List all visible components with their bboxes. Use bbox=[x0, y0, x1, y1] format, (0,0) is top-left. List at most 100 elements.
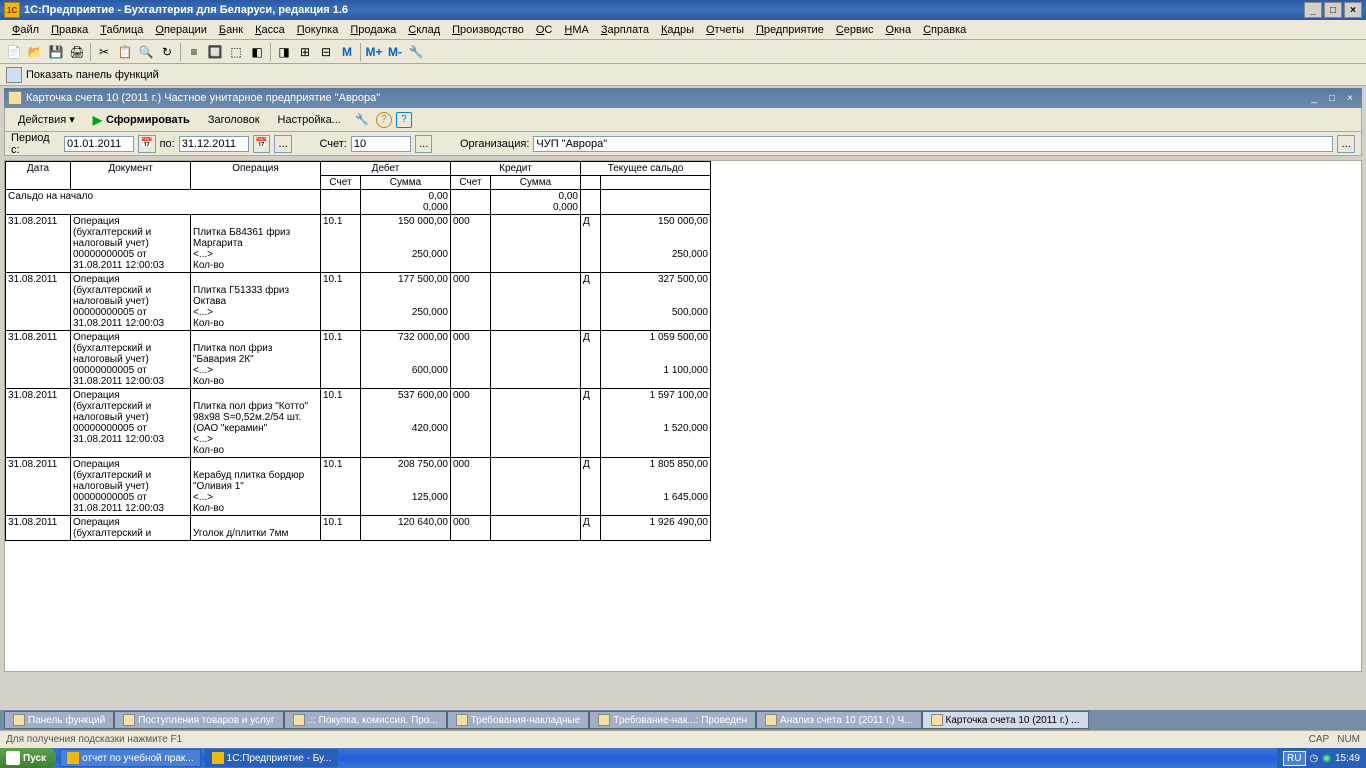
taskbar-item[interactable]: отчет по учебной прак... bbox=[60, 749, 201, 767]
menu-правка[interactable]: Правка bbox=[45, 22, 94, 38]
org-select-button[interactable]: ... bbox=[1337, 135, 1355, 153]
col-credit-sum: Сумма bbox=[491, 176, 581, 190]
table-row[interactable]: 31.08.2011Операция (бухгалтерский и нало… bbox=[6, 389, 711, 458]
help-icon-2[interactable]: ? bbox=[396, 112, 412, 128]
doc-icon bbox=[8, 91, 22, 105]
start-button[interactable]: Пуск bbox=[0, 748, 56, 768]
actions-dropdown[interactable]: Действия ▾ bbox=[11, 110, 82, 129]
window-tab[interactable]: Поступления товаров и услуг bbox=[114, 711, 283, 729]
tray-icon[interactable]: ◷ bbox=[1310, 753, 1319, 764]
menu-файл[interactable]: Файл bbox=[6, 22, 45, 38]
menu-предприятие[interactable]: Предприятие bbox=[750, 22, 830, 38]
menu-производство[interactable]: Производство bbox=[446, 22, 530, 38]
menu-сервис[interactable]: Сервис bbox=[830, 22, 880, 38]
toolbar-icon-0[interactable]: 📄 bbox=[4, 42, 24, 62]
window-tab[interactable]: Панель функций bbox=[4, 711, 114, 729]
toolbar-icon-1[interactable]: 📂 bbox=[25, 42, 45, 62]
table-row[interactable]: 31.08.2011Операция (бухгалтерский и нало… bbox=[6, 458, 711, 516]
toolbar-icon-4[interactable]: ✂ bbox=[94, 42, 114, 62]
toolbar-icon-15[interactable]: М bbox=[337, 42, 357, 62]
minimize-button[interactable]: _ bbox=[1304, 2, 1322, 18]
window-tab[interactable]: Анализ счета 10 (2011 г.) Ч... bbox=[756, 711, 922, 729]
menu-таблица[interactable]: Таблица bbox=[94, 22, 149, 38]
menu-склад[interactable]: Склад bbox=[402, 22, 446, 38]
tray-icon-2[interactable]: ◉ bbox=[1322, 753, 1331, 764]
tab-icon bbox=[13, 714, 25, 726]
report-grid[interactable]: Дата Документ Операция Дебет Кредит Теку… bbox=[4, 160, 1362, 672]
tab-icon bbox=[598, 714, 610, 726]
toolbar-icon-16[interactable]: М+ bbox=[364, 42, 384, 62]
toolbar-icon-6[interactable]: 🔍 bbox=[136, 42, 156, 62]
tray-lang[interactable]: RU bbox=[1283, 751, 1305, 766]
toolbar-icon-10[interactable]: ⬚ bbox=[226, 42, 246, 62]
toolbar-icon-17[interactable]: М- bbox=[385, 42, 405, 62]
opening-label: Сальдо на начало bbox=[6, 190, 321, 215]
calendar-icon-2[interactable]: 📅 bbox=[253, 135, 271, 153]
window-tab[interactable]: Требования-накладные bbox=[447, 711, 590, 729]
menu-справка[interactable]: Справка bbox=[917, 22, 972, 38]
menu-касса[interactable]: Касса bbox=[249, 22, 291, 38]
menu-продажа[interactable]: Продажа bbox=[344, 22, 402, 38]
menu-отчеты[interactable]: Отчеты bbox=[700, 22, 750, 38]
doc-minimize-button[interactable]: _ bbox=[1306, 91, 1322, 105]
taskbar-item[interactable]: 1С:Предприятие - Бу... bbox=[205, 749, 339, 767]
toolbar-icon-8[interactable]: ≡ bbox=[184, 42, 204, 62]
toolbar-icon-11[interactable]: ◧ bbox=[247, 42, 267, 62]
close-button[interactable]: × bbox=[1344, 2, 1362, 18]
org-input[interactable] bbox=[533, 136, 1333, 152]
period-from-label: Период с: bbox=[11, 132, 60, 156]
col-operation: Операция bbox=[191, 162, 321, 190]
tool-icon-1[interactable]: 🔧 bbox=[352, 110, 372, 130]
doc-close-button[interactable]: × bbox=[1342, 91, 1358, 105]
taskbar: Пуск отчет по учебной прак...1С:Предприя… bbox=[0, 748, 1366, 768]
toolbar-icon-12[interactable]: ◨ bbox=[274, 42, 294, 62]
menu-банк[interactable]: Банк bbox=[213, 22, 249, 38]
table-row[interactable]: 31.08.2011Операция (бухгалтерский и нало… bbox=[6, 273, 711, 331]
toolbar-icon-2[interactable]: 💾 bbox=[46, 42, 66, 62]
window-tab[interactable]: Карточка счета 10 (2011 г.) ... bbox=[922, 711, 1089, 729]
period-from-input[interactable] bbox=[64, 136, 134, 152]
menu-окна[interactable]: Окна bbox=[880, 22, 918, 38]
settings-button[interactable]: Настройка... bbox=[271, 111, 348, 129]
help-icon[interactable]: ? bbox=[376, 112, 392, 128]
tab-icon bbox=[293, 714, 305, 726]
status-num: NUM bbox=[1337, 734, 1360, 745]
org-label: Организация: bbox=[460, 138, 529, 150]
menu-кадры[interactable]: Кадры bbox=[655, 22, 700, 38]
calendar-icon[interactable]: 📅 bbox=[138, 135, 156, 153]
header-button[interactable]: Заголовок bbox=[201, 111, 267, 129]
panel-functions-label[interactable]: Показать панель функций bbox=[26, 69, 159, 81]
toolbar-icon-18[interactable]: 🔧 bbox=[406, 42, 426, 62]
toolbar-icon-5[interactable]: 📋 bbox=[115, 42, 135, 62]
system-tray: RU ◷ ◉ 15:49 bbox=[1277, 748, 1366, 768]
col-balance: Текущее сальдо bbox=[581, 162, 711, 176]
toolbar-icon-7[interactable]: ↻ bbox=[157, 42, 177, 62]
form-button[interactable]: ▶Сформировать bbox=[86, 110, 197, 130]
menu-зарплата[interactable]: Зарплата bbox=[595, 22, 655, 38]
col-credit-acc: Счет bbox=[451, 176, 491, 190]
menu-покупка[interactable]: Покупка bbox=[291, 22, 345, 38]
account-label: Счет: bbox=[319, 138, 346, 150]
tray-time[interactable]: 15:49 bbox=[1335, 753, 1360, 764]
maximize-button[interactable]: □ bbox=[1324, 2, 1342, 18]
period-select-button[interactable]: ... bbox=[274, 135, 292, 153]
toolbar-icon-14[interactable]: ⊟ bbox=[316, 42, 336, 62]
toolbar-icon-13[interactable]: ⊞ bbox=[295, 42, 315, 62]
app-titlebar: 1С 1С:Предприятие - Бухгалтерия для Бела… bbox=[0, 0, 1366, 20]
period-to-input[interactable] bbox=[179, 136, 249, 152]
doc-maximize-button[interactable]: □ bbox=[1324, 91, 1340, 105]
toolbar-icon-3[interactable]: 🖨 bbox=[67, 42, 87, 62]
account-input[interactable] bbox=[351, 136, 411, 152]
menu-операции[interactable]: Операции bbox=[149, 22, 212, 38]
table-row[interactable]: 31.08.2011Операция (бухгалтерский и нало… bbox=[6, 215, 711, 273]
menu-нма[interactable]: НМА bbox=[558, 22, 594, 38]
period-to-label: по: bbox=[160, 138, 175, 150]
menu-ос[interactable]: ОС bbox=[530, 22, 559, 38]
table-row[interactable]: 31.08.2011Операция (бухгалтерский и нало… bbox=[6, 331, 711, 389]
account-select-button[interactable]: ... bbox=[415, 135, 433, 153]
window-tab[interactable]: Требование-нак...: Проведен bbox=[589, 711, 756, 729]
window-tab[interactable]: .:: Покупка, комиссия. Про... bbox=[284, 711, 447, 729]
toolbar-icon-9[interactable]: 🔲 bbox=[205, 42, 225, 62]
play-icon: ▶ bbox=[93, 113, 102, 127]
table-row[interactable]: 31.08.2011Операция (бухгалтерский иУголо… bbox=[6, 516, 711, 541]
